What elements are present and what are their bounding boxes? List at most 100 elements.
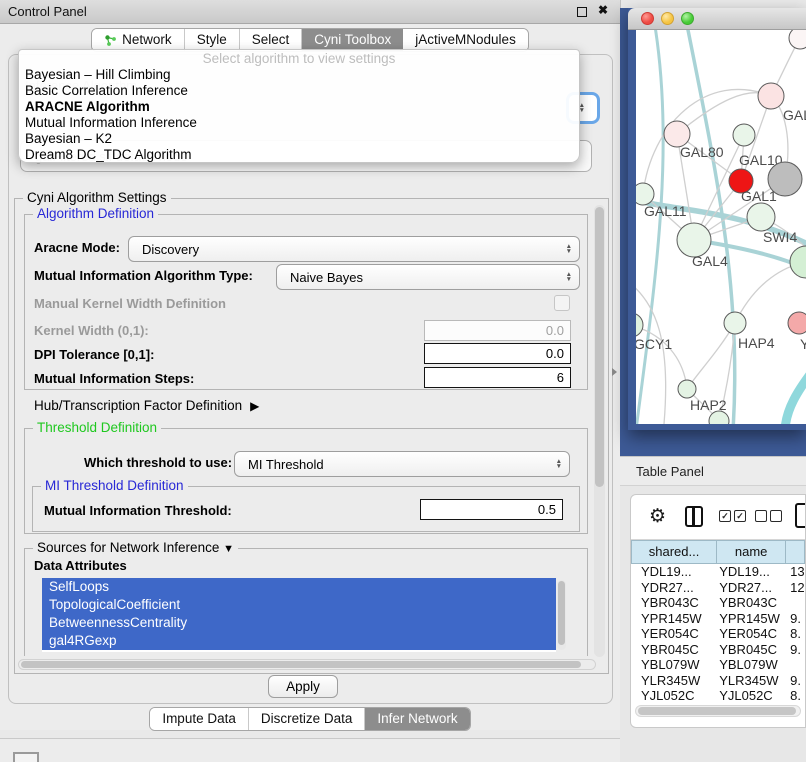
tab-impute-data[interactable]: Impute Data [150,708,249,730]
table-cell[interactable]: YBL079W [717,657,786,673]
network-window-titlebar[interactable] [628,8,806,30]
table-cell[interactable]: YBR045C [717,642,786,658]
popup-item-selected[interactable]: ARACNE Algorithm [19,99,579,115]
list-vertical-scrollbar[interactable] [557,580,566,650]
settings-gear-icon[interactable]: ⚙ [649,505,666,527]
table-cell[interactable]: 9. [786,642,805,658]
table-cell[interactable]: YBL079W [631,657,717,673]
table-row[interactable]: YER054CYER054C8. [631,626,805,642]
popup-item[interactable]: Bayesian – Hill Climbing [19,67,579,83]
manual-kernel-checkbox[interactable] [554,295,570,311]
hub-transcription-section[interactable]: Hub/Transcription Factor Definition▶ [34,398,259,413]
network-node-gcy1[interactable] [636,313,643,337]
panel-collapse-arrow-icon[interactable] [612,368,617,376]
dpi-tolerance-input[interactable] [424,343,571,364]
list-item[interactable]: gal4RGexp [42,632,556,650]
table-cell[interactable]: YER054C [631,626,717,642]
tab-style[interactable]: Style [185,29,240,51]
table-cell[interactable]: YPR145W [717,611,786,627]
table-cell[interactable]: YPR145W [631,611,717,627]
tab-jactivemnodules[interactable]: jActiveMNodules [403,29,528,51]
table-cell[interactable]: YLR345W [717,673,786,689]
table-cell[interactable]: YER054C [717,626,786,642]
list-item[interactable]: BetweennessCentrality [42,614,556,632]
expand-right-icon[interactable]: ▶ [250,399,259,413]
which-threshold-combo[interactable]: MI Threshold ▲▼ [234,451,570,477]
close-traffic-light-icon[interactable] [641,12,654,25]
zoom-traffic-light-icon[interactable] [681,12,694,25]
table-cell[interactable] [786,595,805,611]
collapsed-panel-icon[interactable] [13,752,39,762]
table-cell[interactable]: 12 [786,580,805,596]
column-view-icon[interactable] [685,506,703,527]
minimize-traffic-light-icon[interactable] [661,12,674,25]
table-row[interactable]: YBR043CYBR043C [631,595,805,611]
network-canvas[interactable]: GALGAL80GAL10GAL1GAL11GAL4SWI4GCY1HAP4YH… [636,30,806,424]
network-node-gal[interactable] [758,83,784,109]
table-cell[interactable]: YDL19... [717,564,786,580]
network-node-hap4[interactable] [724,312,746,334]
table-row[interactable]: YDR27...YDR27...12 [631,580,805,596]
table-cell[interactable]: 8. [786,626,805,642]
popup-item[interactable]: Bayesian – K2 [19,131,579,147]
collapse-down-icon[interactable]: ▼ [223,543,234,555]
list-item[interactable]: TopologicalCoefficient [42,596,556,614]
column-header[interactable]: name [717,540,786,564]
mi-threshold-input[interactable] [420,499,563,520]
table-row[interactable]: YDL19...YDL19...13 [631,564,805,580]
aracne-mode-combo[interactable]: Discovery ▲▼ [128,236,580,262]
kernel-width-input[interactable] [424,320,571,341]
table-cell[interactable]: 8. [786,688,805,701]
popup-item[interactable]: Basic Correlation Inference [19,83,579,99]
float-window-icon[interactable] [577,7,587,17]
close-icon[interactable]: ✖ [598,3,608,17]
table-cell[interactable]: 9. [786,611,805,627]
file-icon[interactable] [795,503,806,528]
settings-vertical-scrollbar[interactable] [594,205,605,657]
algorithm-dropdown-popup: Select algorithm to view settings Bayesi… [18,49,580,163]
network-node-hap2[interactable] [678,380,696,398]
apply-button[interactable]: Apply [268,675,338,698]
table-cell[interactable]: YBR043C [631,595,717,611]
mi-steps-input[interactable] [424,367,571,388]
list-item[interactable]: SelfLoops [42,578,556,596]
network-node-y[interactable] [788,312,806,334]
column-header[interactable]: shared... [631,540,717,564]
table-cell[interactable]: YJL052C [717,688,786,701]
table-cell[interactable]: YBR043C [717,595,786,611]
network-node-swi4[interactable] [790,246,806,278]
table-cell[interactable]: YDR27... [631,580,717,596]
table-cell[interactable]: YJL052C [631,688,717,701]
table-horizontal-scrollbar[interactable] [635,705,801,717]
network-node-gal10[interactable] [733,124,755,146]
table-row[interactable]: YBL079WYBL079W [631,657,805,673]
popup-item[interactable]: Dream8 DC_TDC Algorithm [19,147,579,163]
mi-algorithm-type-combo[interactable]: Naive Bayes ▲▼ [276,264,580,290]
tab-select[interactable]: Select [240,29,303,51]
table-cell[interactable]: YBR045C [631,642,717,658]
tab-network[interactable]: Network [92,29,185,51]
settings-horizontal-scrollbar[interactable] [18,659,596,670]
table-cell[interactable]: 9. [786,673,805,689]
table-row[interactable]: YJL052CYJL052C8. [631,688,805,701]
table-row[interactable]: YLR345WYLR345W9. [631,673,805,689]
sources-title[interactable]: Sources for Network Inference ▼ [33,540,238,555]
table-row[interactable]: YPR145WYPR145W9. [631,611,805,627]
table-cell[interactable]: 13 [786,564,805,580]
column-header[interactable] [786,540,805,564]
table-cell[interactable]: YDL19... [631,564,717,580]
tab-cyni-toolbox[interactable]: Cyni Toolbox [302,29,403,51]
network-node-gal1[interactable] [747,203,775,231]
table-row[interactable]: YBR045CYBR045C9. [631,642,805,658]
tab-discretize-data[interactable]: Discretize Data [249,708,366,730]
select-all-icon[interactable]: ✓✓ [719,510,746,522]
network-node-gal4[interactable] [677,223,711,257]
network-node-gal11[interactable] [636,183,654,205]
tab-infer-network[interactable]: Infer Network [365,708,469,730]
table-cell[interactable]: YLR345W [631,673,717,689]
deselect-all-icon[interactable] [755,510,782,522]
table-cell[interactable] [786,657,805,673]
table-cell[interactable]: YDR27... [717,580,786,596]
popup-item[interactable]: Mutual Information Inference [19,115,579,131]
network-node[interactable] [789,30,806,49]
